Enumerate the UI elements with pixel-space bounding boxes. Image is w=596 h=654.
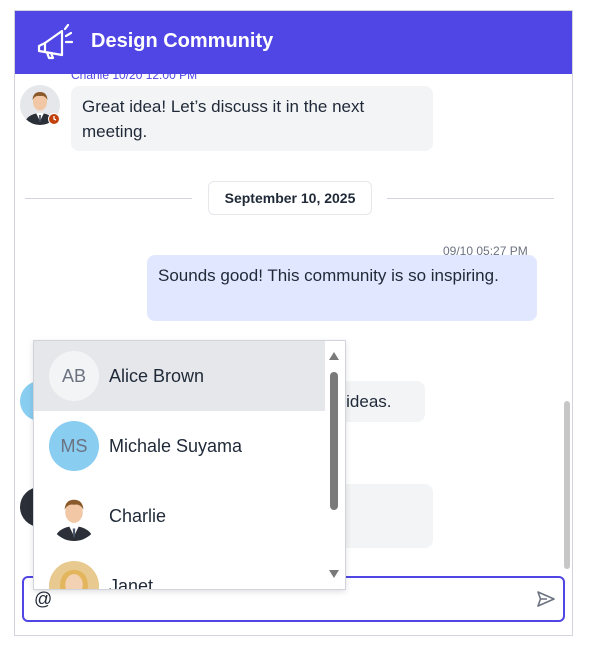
mention-item-name: Alice Brown (109, 366, 205, 386)
message-meta: Charlie 10/20 12:00 PM (71, 74, 198, 82)
status-away-icon (48, 113, 60, 125)
avatar-charlie (49, 491, 99, 541)
send-icon[interactable] (536, 590, 556, 608)
date-divider-line (25, 198, 192, 199)
mention-item-alice-brown[interactable]: AB Alice Brown (34, 341, 325, 411)
mention-popup[interactable]: AB Alice Brown MS Michale Suyama Charlie (33, 340, 346, 590)
scroll-up-icon[interactable] (328, 351, 340, 361)
avatar-michale-suyama: MS (49, 421, 99, 471)
mention-scrollbar[interactable] (327, 347, 341, 583)
date-divider: September 10, 2025 (208, 181, 372, 215)
scroll-down-icon[interactable] (328, 569, 340, 579)
message-bubble-charlie: Great idea! Let’s discuss it in the next… (71, 86, 433, 151)
message-input[interactable] (34, 587, 514, 611)
chat-header: Design Community (15, 11, 572, 74)
message-bubble-mine: Sounds good! This community is so inspir… (147, 255, 537, 321)
mention-item-janet[interactable]: Janet (34, 551, 325, 590)
mention-item-name: Michale Suyama (109, 436, 243, 456)
mention-item-name: Janet (109, 576, 154, 590)
chat-scrollbar[interactable] (564, 401, 570, 569)
avatar-janet (49, 561, 99, 589)
mention-item-charlie[interactable]: Charlie (34, 481, 325, 551)
avatar-alice-brown: AB (49, 351, 99, 401)
mention-item-michale-suyama[interactable]: MS Michale Suyama (34, 411, 325, 481)
page-title: Design Community (91, 30, 274, 52)
megaphone-icon (37, 24, 74, 60)
date-divider-line (387, 198, 554, 199)
mention-item-name: Charlie (109, 506, 167, 526)
mention-scrollbar-thumb[interactable] (330, 372, 338, 510)
